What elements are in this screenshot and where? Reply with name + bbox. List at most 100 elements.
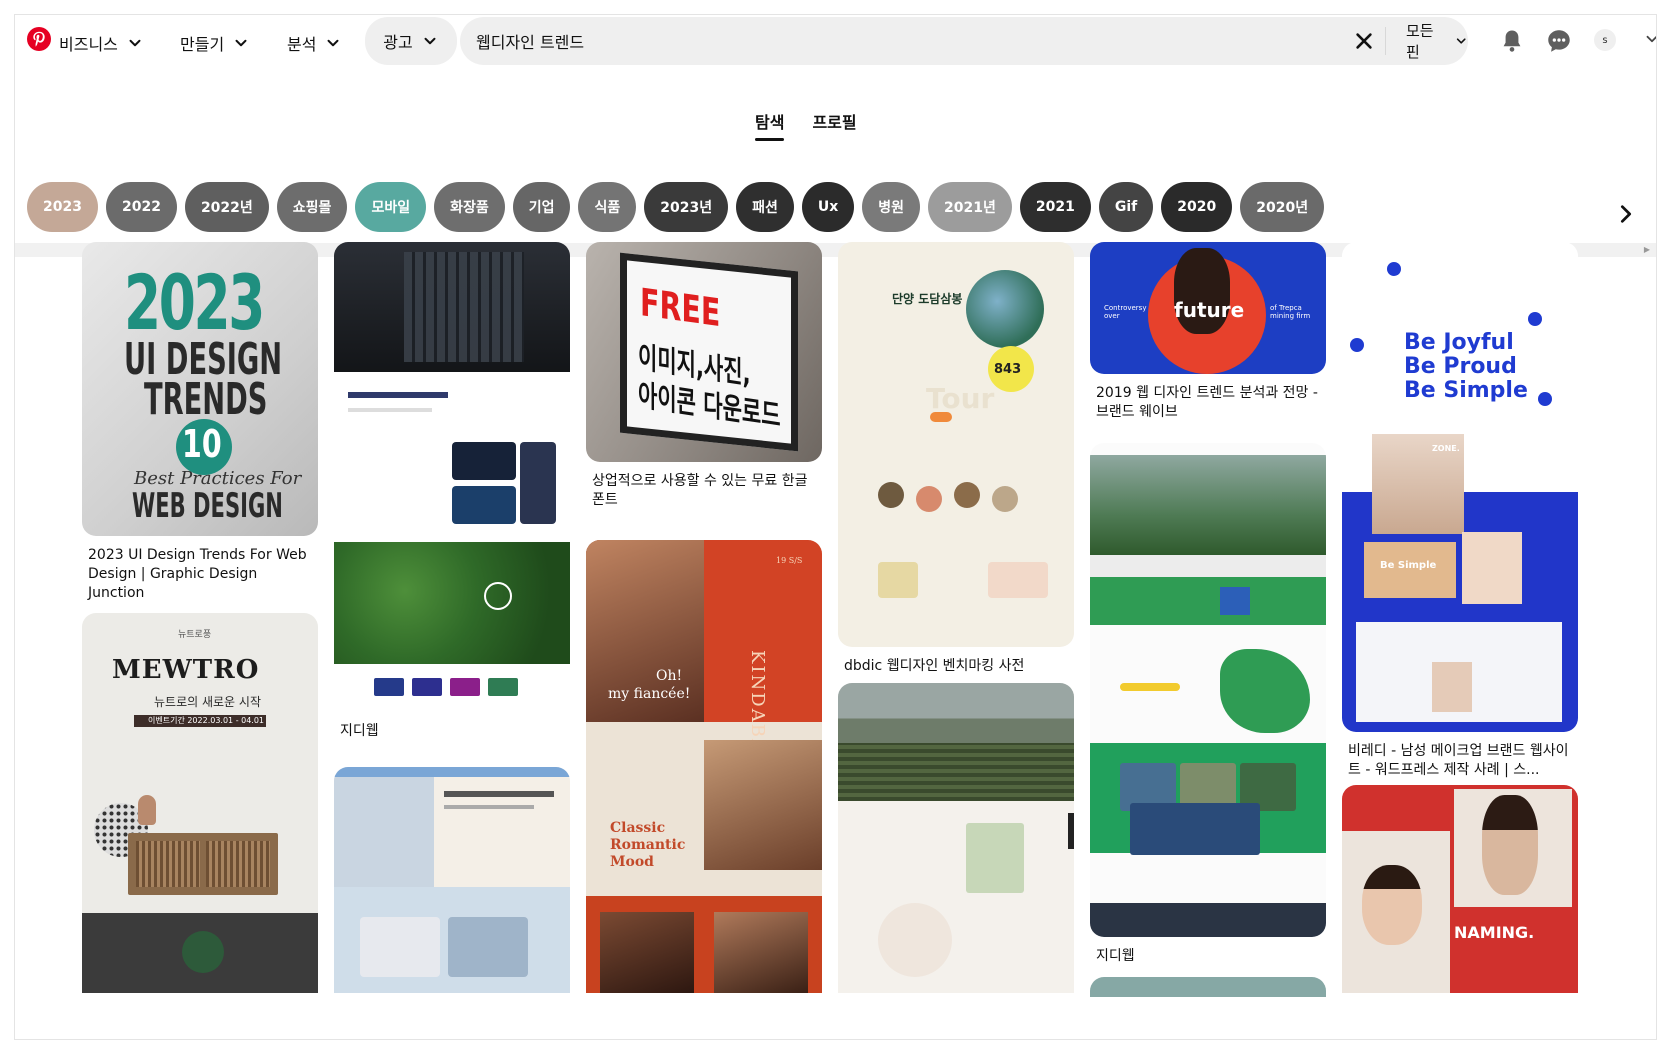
bedding-thumb	[360, 917, 440, 977]
pin-image[interactable]: Be Joyful Be Proud Be Simple ZONE. Be Si…	[1342, 242, 1578, 732]
ads-menu[interactable]: 광고	[365, 17, 457, 65]
pin-image[interactable]: 뉴트로풍 MEWTRO 뉴트로의 새로운 시작 이벤트기간 2022.03.01…	[82, 613, 318, 993]
pin-image[interactable]: future Controversy over of Trepca mining…	[1090, 242, 1326, 374]
pin-image[interactable]: 2023 UI DESIGN TRENDS 10 Best Practices …	[82, 242, 318, 536]
pin-card[interactable]: 단양 도담삼봉 843 Tour dbdic 웹디자인 벤치마킹 사전	[838, 242, 1074, 676]
pin-image-text: Romantic	[610, 837, 686, 853]
circle-thumb	[916, 486, 942, 512]
pin-title[interactable]: 지디웹	[1096, 947, 1320, 966]
guide-chip[interactable]: Ux	[801, 182, 855, 232]
thumb-small	[374, 678, 404, 696]
pin-image-text: Mood	[610, 854, 654, 870]
search-input[interactable]	[476, 17, 1256, 65]
guide-chip[interactable]: 2021	[1019, 182, 1091, 232]
thumb-dashboard	[452, 442, 516, 480]
tab-explore[interactable]: 탐색	[755, 109, 785, 141]
account-menu-chevron-icon[interactable]	[1643, 30, 1657, 48]
pin-image[interactable]: 단양 도담삼봉 843 Tour	[838, 242, 1074, 647]
guide-chip[interactable]: 2020년	[1240, 182, 1325, 232]
pin-card[interactable]	[1090, 977, 1326, 997]
clear-search-icon[interactable]	[1353, 30, 1375, 52]
guide-chip[interactable]: 기업	[512, 182, 571, 232]
pin-image-text: 뉴트로의 새로운 시작	[154, 695, 261, 709]
pin-card[interactable]: NAMING.	[1342, 785, 1578, 993]
pin-card[interactable]: 지디웹	[1090, 443, 1326, 966]
guide-chip[interactable]: 모바일	[355, 182, 427, 232]
guide-chip[interactable]: Gif	[1098, 182, 1154, 232]
create-menu[interactable]: 만들기	[180, 20, 250, 66]
pin-image-text: future	[1174, 298, 1245, 322]
pin-title[interactable]: 상업적으로 사용할 수 있는 무료 한글 폰트	[592, 472, 816, 510]
blue-dot	[1387, 262, 1401, 276]
pin-title[interactable]: dbdic 웹디자인 벤치마킹 사전	[844, 657, 1068, 676]
pin-image-text: 843	[994, 362, 1022, 377]
footer-band	[1090, 903, 1326, 937]
pin-image[interactable]	[1090, 977, 1326, 997]
guide-chip[interactable]: 2023년	[644, 182, 729, 232]
pinterest-logo-icon[interactable]	[27, 27, 51, 51]
blue-dot	[1538, 392, 1552, 406]
pin-image[interactable]	[334, 767, 570, 993]
guide-chip[interactable]: 쇼핑몰	[276, 182, 348, 232]
building-windows	[404, 252, 524, 362]
pin-card[interactable]: KINDABABY 19 S/S Oh! my fiancée! Classic…	[586, 540, 822, 993]
guide-chip[interactable]: 2021년	[928, 182, 1012, 232]
search-bar: 모든 핀	[460, 17, 1468, 65]
guide-chip[interactable]: 병원	[862, 182, 921, 232]
pin-card[interactable]	[838, 683, 1074, 993]
pin-type-filter[interactable]: 모든 핀	[1406, 17, 1468, 65]
model-face	[1362, 865, 1422, 945]
guide-chip[interactable]: 패션	[736, 182, 794, 232]
pin-title[interactable]: 지디웹	[340, 722, 564, 741]
messages-icon[interactable]	[1545, 27, 1573, 55]
guide-chip[interactable]: 식품	[578, 182, 637, 232]
pin-card[interactable]: 2023 UI DESIGN TRENDS 10 Best Practices …	[82, 242, 318, 603]
business-menu[interactable]: 비즈니스	[59, 20, 144, 66]
chevron-right-icon[interactable]	[1615, 203, 1637, 225]
pin-card[interactable]: FREE 이미지,사진, 아이콘 다운로드 상업적으로 사용할 수 있는 무료 …	[586, 242, 822, 510]
avatar[interactable]: s	[1594, 29, 1616, 51]
thumb-small	[450, 678, 480, 696]
chevron-down-icon	[129, 39, 141, 47]
analytics-menu[interactable]: 분석	[287, 20, 342, 66]
pin-image[interactable]: NAMING.	[1342, 785, 1578, 993]
pin-image-text: ZONE.	[1432, 444, 1460, 453]
pin-title[interactable]: 2023 UI Design Trends For Web Design | G…	[88, 546, 312, 603]
guide-chip[interactable]: 2023	[27, 182, 98, 232]
guide-chip[interactable]: 화장품	[434, 182, 505, 232]
pin-image[interactable]: FREE 이미지,사진, 아이콘 다운로드	[586, 242, 822, 462]
pin-image[interactable]	[838, 683, 1074, 993]
pin-card[interactable]: 뉴트로풍 MEWTRO 뉴트로의 새로운 시작 이벤트기간 2022.03.01…	[82, 613, 318, 993]
pin-card[interactable]	[334, 767, 570, 993]
portrait-photo	[704, 740, 822, 870]
pin-image-text: 10	[182, 422, 222, 466]
pin-title[interactable]: 비레디 - 남성 메이크업 브랜드 웹사이트 - 워드프레스 제작 사례 | 스…	[1348, 742, 1572, 780]
info-card	[988, 562, 1048, 598]
notifications-bell-icon[interactable]	[1498, 27, 1526, 55]
pin-image-text: 19 S/S	[776, 556, 803, 565]
pin-title[interactable]: 2019 웹 디자인 트렌드 분석과 전망 - 브랜드 웨이브	[1096, 384, 1320, 422]
scroll-right-arrow-icon[interactable]: ▶	[1644, 245, 1650, 254]
tab-profile[interactable]: 프로필	[812, 109, 856, 141]
decor-vase	[138, 795, 156, 825]
filter-label: 모든 핀	[1406, 22, 1434, 61]
guide-chip[interactable]: 2022	[105, 182, 177, 232]
circle-thumb	[878, 482, 904, 508]
pin-image[interactable]: KINDABABY 19 S/S Oh! my fiancée! Classic…	[586, 540, 822, 993]
guide-chip[interactable]: 2020	[1161, 182, 1233, 232]
pin-card[interactable]: Be Joyful Be Proud Be Simple ZONE. Be Si…	[1342, 242, 1578, 780]
pin-image-text: of Trepca mining firm	[1270, 304, 1311, 320]
pin-card[interactable]: future Controversy over of Trepca mining…	[1090, 242, 1326, 422]
pin-image[interactable]	[1090, 443, 1326, 937]
pin-card[interactable]: 지디웹	[334, 242, 570, 741]
pin-image-text: Controversy over	[1104, 304, 1147, 320]
chevron-down-icon	[1456, 38, 1466, 44]
pin-image-text: TRENDS	[144, 374, 268, 425]
pin-image[interactable]	[334, 242, 570, 712]
info-card	[878, 562, 918, 598]
circle-thumb	[992, 486, 1018, 512]
top-navigation: 비즈니스 만들기 분석 광고 모든 핀	[15, 15, 1656, 65]
model-face	[1482, 795, 1538, 895]
portrait-photo	[714, 912, 808, 993]
guide-chip[interactable]: 2022년	[184, 182, 269, 232]
